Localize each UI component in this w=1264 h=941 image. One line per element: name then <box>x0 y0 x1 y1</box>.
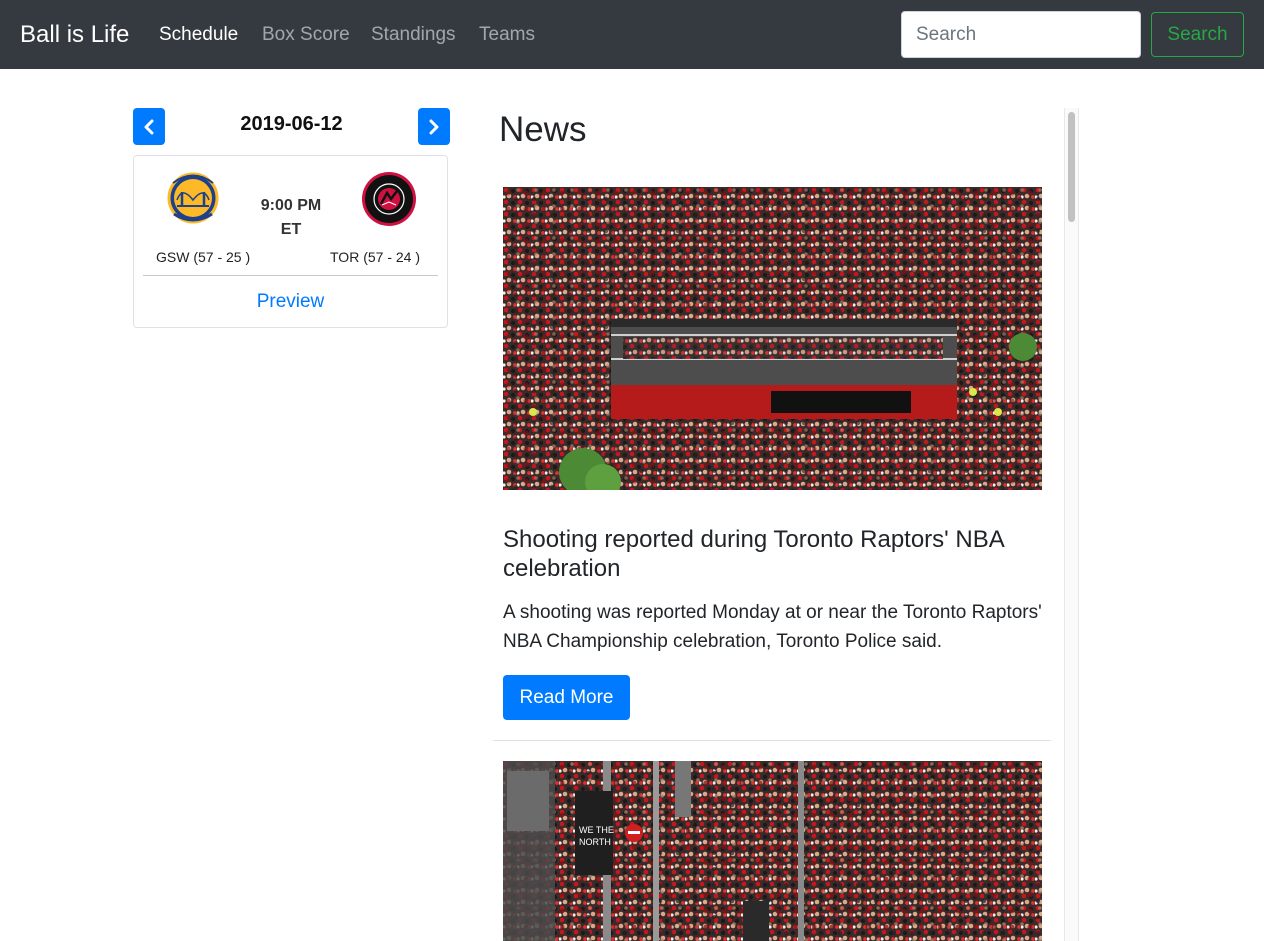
game-time-value: 9:00 PM <box>260 197 322 214</box>
preview-link[interactable]: Preview <box>134 290 447 314</box>
news-panel: News Shooting reported during Toronto Ra… <box>489 108 1079 941</box>
search-input[interactable] <box>901 11 1141 58</box>
next-date-button[interactable] <box>418 108 450 145</box>
warriors-logo <box>167 172 219 224</box>
news-scrollbar[interactable] <box>1064 108 1079 941</box>
article-description: A shooting was reported Monday at or nea… <box>503 602 1042 652</box>
game-timezone: ET <box>280 221 302 238</box>
nav-link-standings[interactable]: Standings <box>371 23 456 47</box>
news-heading: News <box>499 110 587 149</box>
article-image-2: WE THE NORTH <box>503 761 1042 941</box>
news-scrollbar-thumb[interactable] <box>1068 112 1075 222</box>
schedule-date: 2019-06-12 <box>240 113 343 135</box>
home-team-record: TOR (57 - 24 ) <box>330 249 420 265</box>
article-image <box>503 187 1042 490</box>
we-the-north-sign-1: WE THE <box>579 825 614 835</box>
chevron-left-icon <box>144 119 154 134</box>
article-title[interactable]: Shooting reported during Toronto Raptors… <box>503 525 1048 583</box>
game-time: 9:00 PM ET <box>244 194 338 242</box>
brand-link[interactable]: Ball is Life <box>20 20 129 50</box>
raptors-logo <box>362 172 416 226</box>
card-divider <box>143 275 438 276</box>
away-team-record: GSW (57 - 25 ) <box>156 249 251 265</box>
nav-link-box-score[interactable]: Box Score <box>262 23 350 47</box>
read-more-button[interactable]: Read More <box>503 675 630 720</box>
top-navbar: Ball is Life Schedule Box Score Standing… <box>0 0 1264 69</box>
nav-link-schedule[interactable]: Schedule <box>159 23 238 47</box>
game-card: 9:00 PM ET GSW (57 - 25 ) TOR (57 - 24 )… <box>133 155 448 328</box>
chevron-right-icon <box>429 119 439 134</box>
nav-link-teams[interactable]: Teams <box>479 23 535 47</box>
we-the-north-sign-2: NORTH <box>579 837 611 847</box>
prev-date-button[interactable] <box>133 108 165 145</box>
search-button[interactable]: Search <box>1151 12 1244 57</box>
article-divider <box>493 740 1051 741</box>
